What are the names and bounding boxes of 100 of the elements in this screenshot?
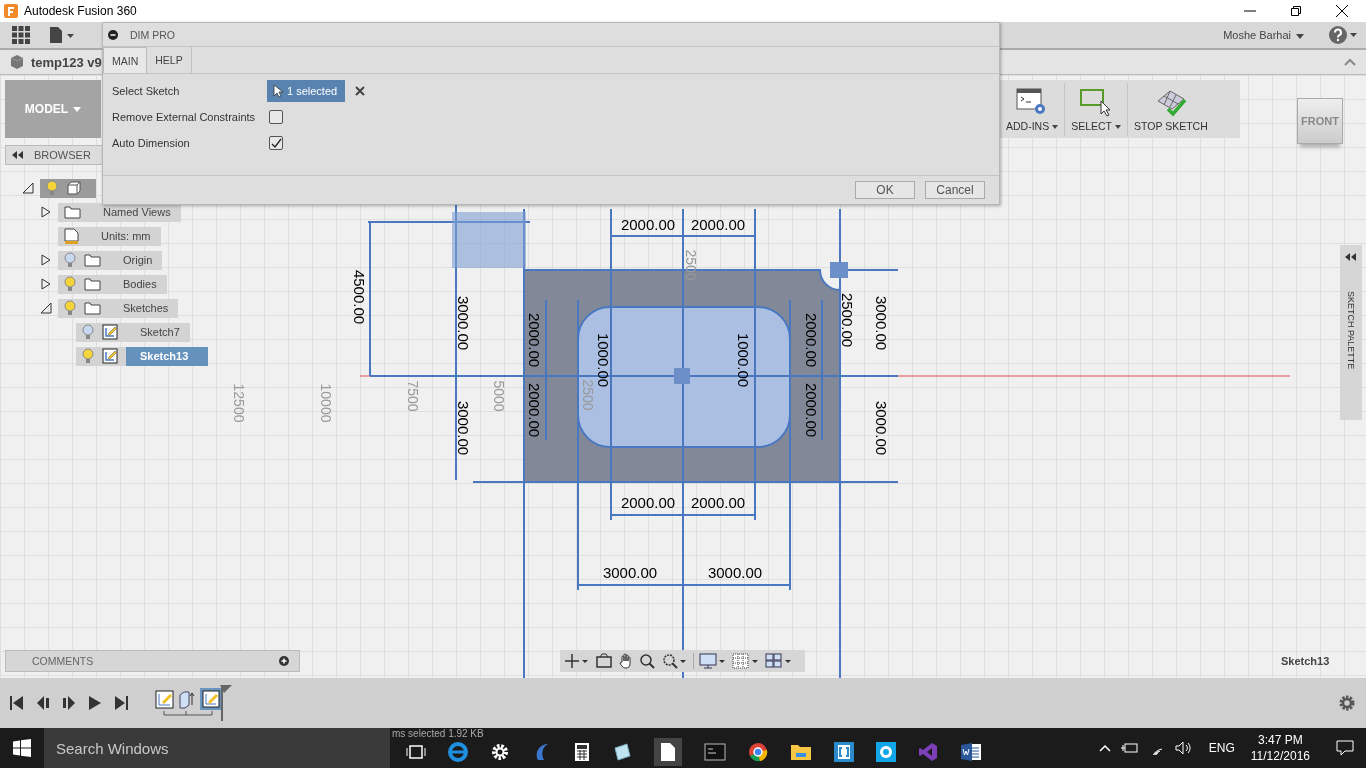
dimension-label[interactable]: 1000.00 [735,332,753,388]
document-title[interactable]: temp123 v9 [31,54,102,70]
expand-triangle-icon[interactable] [40,254,52,266]
axis-label: 7500 [405,380,422,412]
camera-icon[interactable] [595,653,613,669]
dimension-label[interactable]: 2000.00 [526,312,544,368]
chat-app-icon[interactable] [876,742,896,762]
speaker-icon[interactable] [1174,741,1193,755]
window-title: Autodesk Fusion 360 [24,4,137,18]
dimension-label[interactable]: 3000.00 [455,400,473,456]
restore-icon[interactable] [1290,5,1302,17]
magnifier-icon[interactable] [662,653,688,669]
skip-end-icon[interactable] [114,695,128,711]
hand-icon[interactable] [618,653,634,669]
axis-label: 5000 [491,380,508,412]
folder-icon [84,277,101,291]
browser-icon[interactable] [748,742,768,762]
monitor-icon[interactable] [699,653,727,669]
move-arrows-icon[interactable] [564,653,590,669]
dimension-label[interactable]: 4500.00 [351,269,369,325]
timeline-features-drawing[interactable] [154,685,234,721]
cursor-icon [273,84,283,98]
play-icon[interactable] [88,695,102,711]
dimension-label[interactable]: 2000.00 [690,215,746,233]
dialog-tab[interactable]: MAIN [103,47,148,73]
field-label: Remove External Constraints [112,111,257,123]
apps-grid-icon[interactable] [12,26,30,44]
close-icon[interactable] [1336,5,1348,17]
search-field[interactable]: Search Windows [44,728,390,768]
language-indicator[interactable]: ENG [1208,741,1235,755]
minus-circle-icon[interactable] [108,29,118,40]
notepad-icon[interactable] [612,742,632,762]
file-menu-icon[interactable] [48,26,76,44]
checkbox[interactable] [269,136,283,150]
sketch-palette-tab[interactable]: SKETCH PALETTE [1340,245,1362,420]
dimension-label[interactable]: 3000.00 [455,295,473,351]
add-icon[interactable] [279,656,289,666]
word-document-icon[interactable] [960,742,982,762]
active-sketch-label: Sketch13 [1281,655,1330,667]
task-view-icon[interactable] [406,744,426,760]
dimension-label[interactable]: 3000.00 [707,563,763,581]
folder-icon [64,205,81,219]
step-back-icon[interactable] [36,695,50,711]
ribbon-app-icon[interactable] [918,742,938,762]
settings-icon[interactable] [490,742,510,762]
field-label: Select Sketch [112,85,181,97]
sketch-pencil-icon [102,324,118,340]
dialog-tab[interactable]: HELP [147,47,192,73]
cube-icon [66,180,82,196]
document-icon[interactable] [660,742,676,762]
dimension-label[interactable]: 2000.00 [620,215,676,233]
windows-logo-icon[interactable] [13,739,31,757]
cube-icon [9,54,25,70]
help-icon[interactable] [1328,25,1358,45]
clock[interactable]: 3:47 PM 11/12/2016 [1250,732,1310,764]
notification-icon[interactable] [1336,740,1354,756]
expand-triangle-icon[interactable] [40,206,52,218]
dimension-label[interactable]: 2500.00 [839,292,857,348]
step-forward-icon[interactable] [62,695,76,711]
terminal-icon[interactable] [704,743,726,761]
user-menu[interactable]: Moshe Barhai [1217,28,1310,42]
dimension-label[interactable]: 3000.00 [873,295,891,351]
dimension-label[interactable]: 2000.00 [803,312,821,368]
clear-icon[interactable] [355,86,366,96]
folder-icon [84,301,101,315]
dimension-label[interactable]: 2000.00 [526,382,544,438]
dimension-label[interactable]: 3000.00 [873,400,891,456]
expand-triangle-icon[interactable] [22,182,34,194]
expand-triangle-icon[interactable] [40,302,52,314]
folder-icon [84,253,101,267]
skip-start-icon[interactable] [10,695,24,711]
folder-icon[interactable] [790,743,812,761]
document-ruler-icon [64,227,79,245]
field-label: Auto Dimension [112,137,191,149]
background-window-text: ms selected 1.92 KB [392,728,484,739]
axis-label: 12500 [231,383,248,423]
collapse-icon[interactable] [12,151,24,159]
toolbar-button[interactable]: ADD-INS [1000,82,1066,136]
dimension-label[interactable]: 1000.00 [595,332,613,388]
calculator-icon[interactable] [574,742,590,762]
toolbar-button[interactable]: STOP SKETCH [1128,82,1214,136]
expand-triangle-icon[interactable] [40,278,52,290]
window-panes-icon[interactable] [765,653,793,669]
battery-icon[interactable] [1120,742,1139,754]
checkbox[interactable] [269,110,283,124]
collapse-icon[interactable] [1345,253,1357,261]
bracket-app-icon[interactable] [834,742,854,762]
sketch-pencil-icon [102,348,118,364]
dialog-button[interactable]: OK [855,181,915,199]
toolbar-button[interactable]: SELECT [1065,82,1129,136]
app-logo-icon [4,4,18,18]
dialog-button[interactable]: Cancel [925,181,985,199]
dimension-label[interactable]: 2000.00 [620,493,676,511]
comments-bar[interactable]: COMMENTS [5,650,300,672]
dimension-label[interactable]: 2000.00 [690,493,746,511]
selection-button[interactable]: 1 selected [267,80,346,102]
dimension-label[interactable]: 2000.00 [803,382,821,438]
grid-icon[interactable] [732,653,760,669]
dimension-label[interactable]: 3000.00 [602,563,658,581]
zoom-icon[interactable] [639,653,657,669]
